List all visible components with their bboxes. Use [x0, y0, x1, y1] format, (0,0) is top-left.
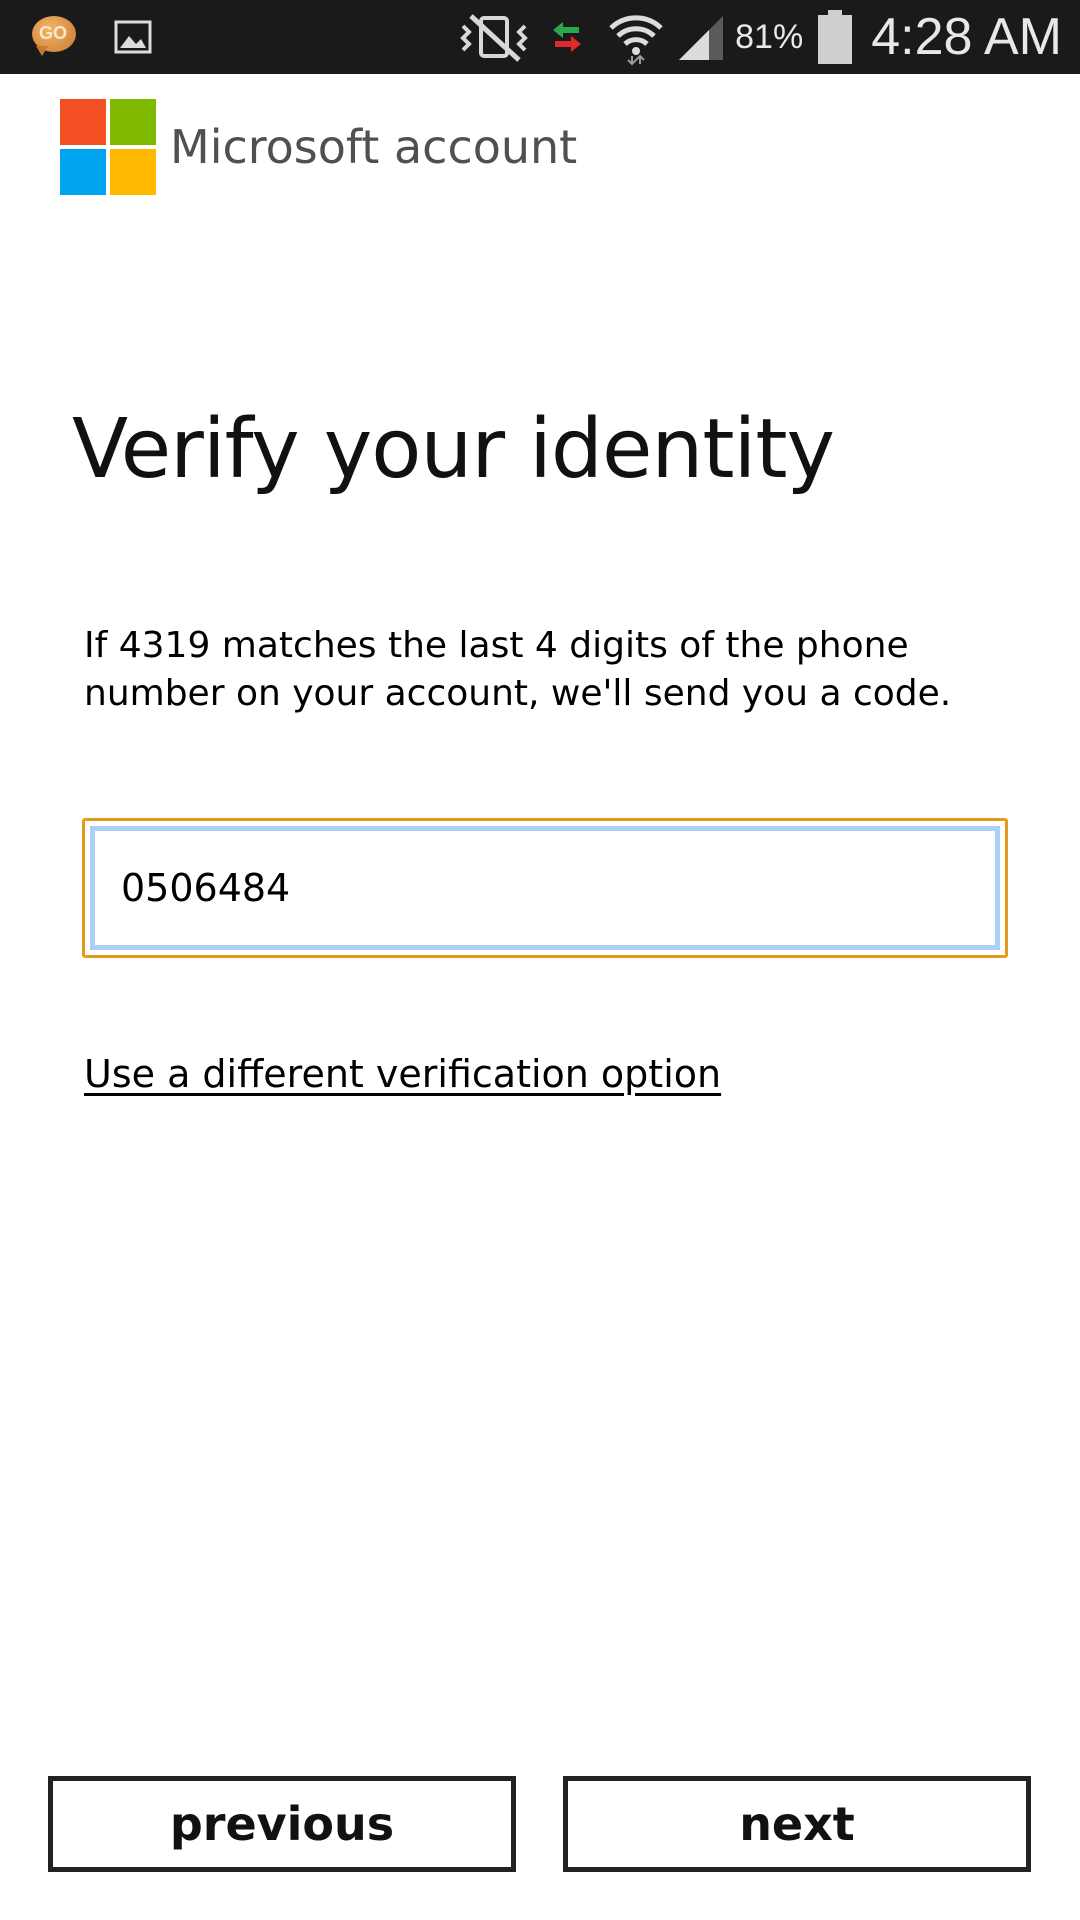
go-sms-icon: GO [30, 14, 80, 60]
wifi-icon [609, 15, 663, 66]
data-transfer-icon [553, 22, 582, 52]
battery-percent: 81% [735, 17, 804, 56]
gallery-icon [114, 20, 152, 54]
status-bar-right: 81% 4:28 AM [457, 0, 1062, 74]
previous-button[interactable]: previous [48, 1776, 516, 1872]
brand-header: Microsoft account [60, 99, 577, 195]
microsoft-logo-icon [60, 99, 156, 195]
brand-name: Microsoft account [170, 120, 578, 174]
next-button[interactable]: next [563, 1776, 1031, 1872]
vibrate-mute-icon [460, 14, 528, 62]
status-bar-left: GO [30, 14, 152, 60]
different-verification-option-link[interactable]: Use a different verification option [84, 1052, 721, 1096]
phone-digits-input[interactable] [95, 831, 995, 945]
phone-digits-field-inner [90, 826, 1000, 950]
page-title: Verify your identity [72, 402, 835, 497]
signal-icon [679, 16, 724, 60]
phone-digits-field[interactable] [82, 818, 1008, 958]
instructions-text: If 4319 matches the last 4 digits of the… [84, 625, 952, 714]
status-bar: GO 81% 4:28 AM [0, 0, 1080, 74]
clock: 4:28 AM [871, 8, 1062, 66]
battery-icon [818, 10, 853, 64]
